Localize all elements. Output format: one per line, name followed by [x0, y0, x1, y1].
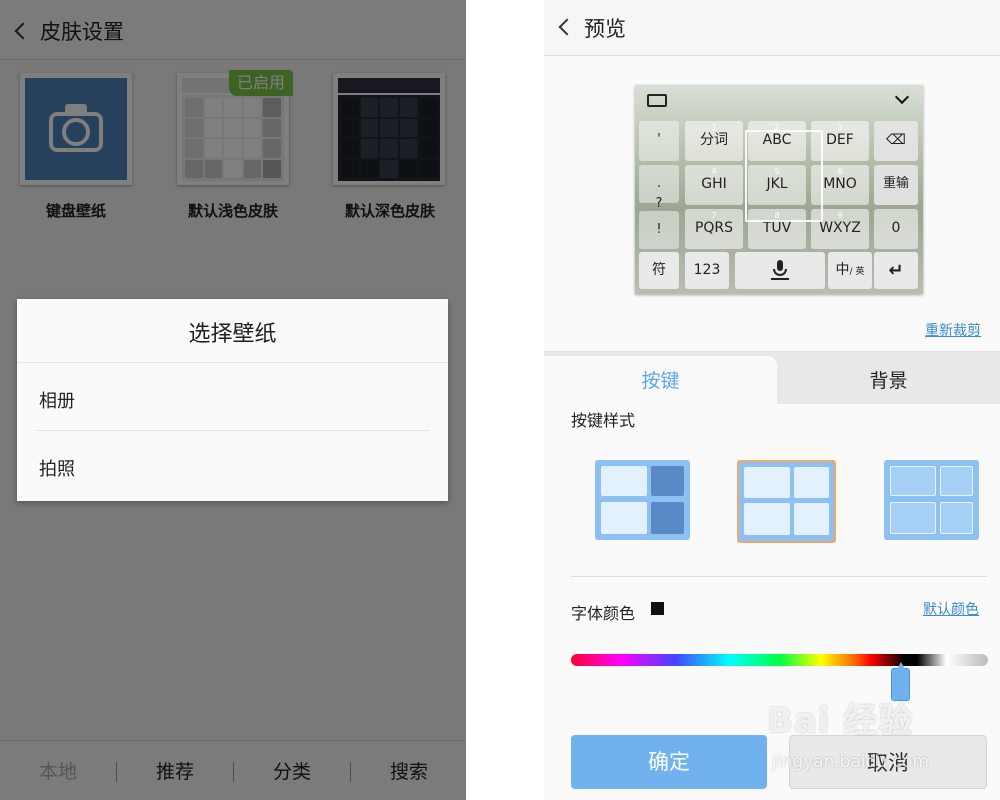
chevron-down-icon	[894, 89, 910, 105]
key-enter: ↵	[874, 252, 918, 289]
key-123: 123	[685, 252, 729, 289]
crop-frame[interactable]	[745, 130, 823, 222]
back-arrow-icon[interactable]	[558, 18, 576, 36]
key-retype: 重输	[874, 165, 918, 205]
recrop-link[interactable]: 重新裁剪	[925, 320, 981, 340]
page-title: 预览	[584, 17, 626, 41]
key-backspace: ⌫	[874, 121, 918, 161]
option-take-photo[interactable]: 拍照	[39, 455, 75, 481]
key-apostrophe: '	[639, 121, 679, 161]
key-style-option-1[interactable]	[595, 460, 690, 540]
key-style-option-2-selected[interactable]	[737, 460, 836, 543]
font-color-label: 字体颜色	[571, 604, 636, 623]
style-tabs: 按键 背景	[544, 351, 1000, 405]
tab-keys[interactable]: 按键	[544, 366, 777, 393]
confirm-button[interactable]: 确定	[571, 735, 767, 789]
key-zh-en: 中/ 英	[828, 252, 872, 289]
default-color-link[interactable]: 默认颜色	[923, 599, 979, 619]
keyboard-preview: ' . ? ! 1 分词 2 ABC 3 DEF ⌫ 4 GHI 5 JKL 6 MNO 重…	[635, 85, 923, 294]
key-symbols: 符	[639, 252, 679, 289]
dialog-divider	[17, 362, 448, 363]
section-divider	[571, 576, 987, 577]
skin-settings-screen: 皮肤设置 键盘壁纸 已启用 默认浅色皮肤 默认深色皮肤 本	[0, 0, 466, 800]
preview-screen: 预览 ' . ? ! 1 分词 2 ABC 3 DEF ⌫ 4 GHI 5 JKL 6 MN…	[544, 0, 1000, 800]
key-pqrs: 7 PQRS	[685, 209, 743, 249]
key-style-label: 按键样式	[571, 411, 636, 430]
option-album[interactable]: 相册	[39, 387, 75, 413]
color-spectrum-slider[interactable]	[571, 654, 988, 666]
tab-background[interactable]: 背景	[777, 366, 1000, 393]
font-color-swatch	[651, 602, 664, 615]
key-zero: 0	[874, 209, 918, 249]
dialog-title: 选择壁纸	[188, 322, 277, 347]
mic-icon	[735, 252, 825, 289]
key-exclamation: !	[639, 211, 679, 249]
baidu-jingyan-watermark: Bai 经验	[767, 701, 914, 741]
preview-header: 预览	[544, 0, 1000, 56]
choose-wallpaper-dialog: 选择壁纸 相册 拍照	[17, 299, 448, 501]
dialog-divider	[35, 430, 430, 431]
key-style-option-3[interactable]	[884, 460, 979, 540]
watermark-url: jingyan.baidu.com	[772, 752, 929, 772]
keyboard-icon	[647, 94, 667, 107]
